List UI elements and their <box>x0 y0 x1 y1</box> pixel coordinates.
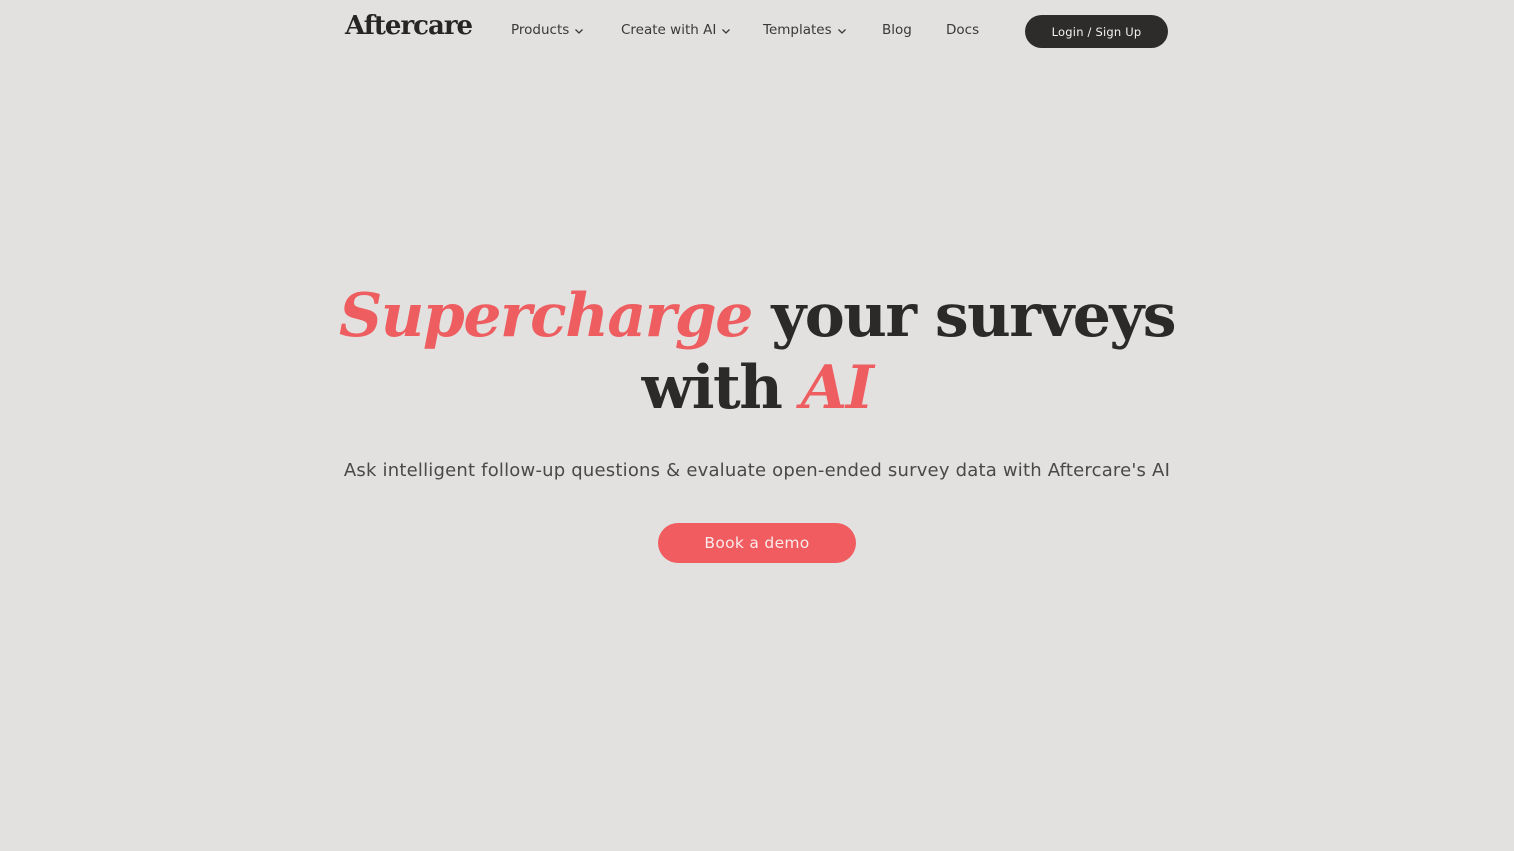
nav-docs[interactable]: Docs <box>946 22 979 38</box>
nav-create-with-ai[interactable]: Create with AI <box>621 22 732 38</box>
nav-products-label: Products <box>511 22 570 38</box>
hero-title-accent-ai: AI <box>800 353 874 423</box>
hero-title: Supercharge your surveys with AI <box>0 280 1514 424</box>
nav-products[interactable]: Products <box>511 22 585 38</box>
hero-title-with: with <box>641 353 783 423</box>
hero-title-accent-supercharge: Supercharge <box>338 281 753 351</box>
book-demo-button[interactable]: Book a demo <box>658 523 856 563</box>
nav-blog-label: Blog <box>882 22 912 38</box>
chevron-down-icon <box>573 25 585 37</box>
nav-docs-label: Docs <box>946 22 980 38</box>
hero-title-your-surveys: your surveys <box>771 281 1176 351</box>
nav-blog[interactable]: Blog <box>882 22 912 38</box>
nav-templates-label: Templates <box>763 22 832 38</box>
hero-subtitle: Ask intelligent follow-up questions & ev… <box>343 460 1171 481</box>
nav-create-with-ai-label: Create with AI <box>621 22 717 38</box>
nav-templates[interactable]: Templates <box>763 22 848 38</box>
chevron-down-icon <box>720 25 732 37</box>
aftercare-logo[interactable]: Aftercare <box>345 11 473 41</box>
login-signup-button[interactable]: Login / Sign Up <box>1025 15 1168 48</box>
top-navigation: Aftercare Products Create with AI Templa… <box>0 0 1514 64</box>
chevron-down-icon <box>836 25 848 37</box>
